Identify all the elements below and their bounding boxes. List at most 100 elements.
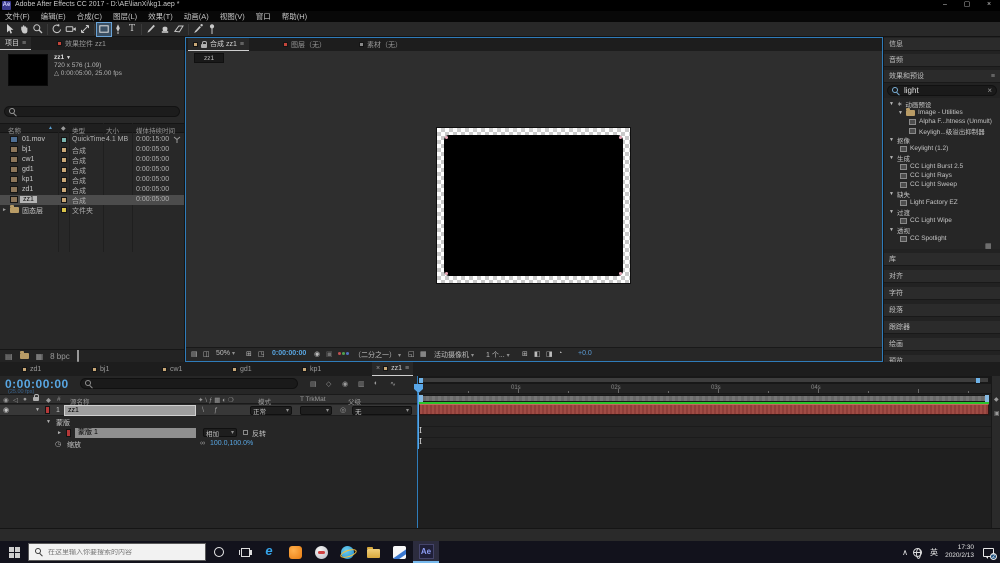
text-tool-icon[interactable]: T [125,23,139,36]
project-row-01mov[interactable]: 01.mov QuickTime 4.1 MB 0:00:15:00 [0,135,184,145]
motion-blur-icon[interactable]: ◐ [374,380,378,387]
new-animation-preset-icon[interactable]: ▦ [985,242,992,250]
eraser-tool-icon[interactable] [172,23,186,36]
layer-effects-switch-icon[interactable]: ƒ [214,407,218,414]
puppet-pin-tool-icon[interactable] [205,23,219,36]
orange-app-icon[interactable] [288,545,302,559]
taskbar-search[interactable] [28,543,206,561]
resolution-dropdown[interactable]: （二分之一） ▾ [354,350,401,360]
composition-mini-flowchart-icon[interactable]: ▤ [310,380,317,388]
timeline-tab-gd1[interactable]: gd1 [232,362,252,376]
tree-group-perspective[interactable]: ▼ 透视 [884,225,1000,235]
project-row-zz1-selected[interactable]: zz1 合成 0:00:05:00 [0,195,184,205]
minimize-button[interactable]: – [936,0,954,11]
safe-frames-icon[interactable]: ⊞ [246,350,252,358]
close-tab-icon[interactable]: × [376,365,380,372]
layer-name-edit-field[interactable]: zz1 [64,405,196,416]
exposure-value[interactable]: +0.0 [578,350,592,357]
panel-menu-icon[interactable]: ≡ [22,40,26,47]
new-folder-icon[interactable] [19,350,29,361]
tree-group-missing[interactable]: ▼ 缺失 [884,189,1000,199]
layer-trkmat-dropdown[interactable]: ▾ [300,406,332,415]
file-explorer-icon[interactable] [366,545,380,559]
always-preview-icon[interactable]: ▤ [191,350,198,358]
layer-color-label[interactable] [45,406,50,414]
camera-tool-icon[interactable] [64,23,78,36]
bit-depth-label[interactable]: 8 bpc [50,352,70,361]
close-button[interactable]: × [980,0,998,11]
tree-group-keying[interactable]: ▼ 抠像 [884,135,1000,145]
mask-expand-arrow-icon[interactable]: ► [57,430,62,436]
tray-chevron-icon[interactable]: ∧ [902,541,908,563]
zoom-tool-icon[interactable] [31,23,45,36]
mask-vertex[interactable] [619,136,622,139]
hand-tool-icon[interactable] [17,23,31,36]
project-row-gd1[interactable]: gd1 合成 0:00:05:00 [0,165,184,175]
tray-network-globe-icon[interactable] [913,541,922,563]
layer-mode-dropdown[interactable]: 正常 ▾ [250,406,292,416]
comp-button-icon[interactable]: ▣ [994,410,1000,417]
mask1-row[interactable]: ► 蒙版 1 相加 ▾ 反转 [0,428,417,438]
pixel-aspect-icon[interactable]: ◧ [534,350,541,358]
layer-parent-dropdown[interactable]: 无 ▾ [352,406,412,416]
scale-property-row[interactable]: ◷ 缩放 ∞ 100.0,100.0% [0,439,417,449]
stopwatch-icon[interactable]: ◷ [55,440,61,448]
layer-quality-switch-icon[interactable]: \ [202,407,204,414]
masks-group-row[interactable]: ▼ 蒙版 [0,417,417,427]
start-button-icon[interactable] [9,547,20,558]
clear-search-icon[interactable]: × [987,86,992,95]
maximize-button[interactable]: ▢ [958,0,976,11]
menu-animation[interactable]: 动画(A) [184,11,209,22]
graph-editor-icon[interactable]: ∿ [390,380,396,388]
tab-footage[interactable]: 素材（无） [354,38,407,51]
task-view-icon[interactable] [238,545,252,559]
panel-audio[interactable]: 音频 [884,54,1000,67]
layer-expand-arrow-icon[interactable]: ▼ [35,407,40,413]
parent-pickwhip-icon[interactable]: ◎ [340,406,346,414]
layer-row-zz1[interactable]: ◉ ▼ 1 zz1 \ ƒ 正常 ▾ ▾ ◎ 无 ▾ [0,405,417,416]
tree-group-animation-presets[interactable]: ▼ ∗ 动画预设 [884,99,1000,109]
menu-view[interactable]: 视图(V) [220,11,245,22]
project-columns-header[interactable]: 名称 ▲ ◆ 类型 大小 媒体持续时间 [0,123,184,135]
menu-help[interactable]: 帮助(H) [282,11,307,22]
tab-project[interactable]: 项目 ≡ [0,37,32,50]
panel-paint[interactable]: 绘画 [884,338,1000,351]
composition-canvas[interactable] [436,127,631,284]
clone-stamp-tool-icon[interactable] [158,23,172,36]
hide-shy-layers-icon[interactable]: ◉ [342,380,348,388]
timeline-tab-kp1[interactable]: kp1 [302,362,321,376]
panel-paragraph[interactable]: 段落 [884,304,1000,317]
frame-blending-icon[interactable]: ▥ [358,380,365,388]
panel-libraries[interactable]: 库 [884,253,1000,266]
snapshot-icon[interactable]: ◉ [314,350,320,358]
project-row-bj1[interactable]: bj1 合成 0:00:05:00 [0,145,184,155]
panel-menu-icon[interactable]: ≡ [991,73,995,80]
brush-tool-icon[interactable] [144,23,158,36]
clock[interactable]: 17:30 2020/2/13 [945,544,974,563]
timeline-search-input[interactable] [80,378,298,389]
work-area-bar[interactable] [419,395,989,402]
camera-dropdown[interactable]: 活动摄像机 ▾ [434,350,474,360]
ime-indicator[interactable]: 英 [930,541,938,563]
mask-color-chip[interactable] [66,429,71,437]
work-area-start-handle[interactable] [419,395,423,402]
draft-3d-icon[interactable]: ◇ [326,380,331,388]
timeline-button-icon[interactable]: ◔ [558,350,562,357]
pan-behind-tool-icon[interactable] [78,23,92,36]
tree-effect-cc-light-rays[interactable]: CC Light Rays [884,171,1000,180]
timeline-tab-zd1[interactable]: zd1 [22,362,41,376]
expand-arrow-icon[interactable]: ► [2,207,7,213]
notification-center-icon[interactable]: 2 [983,541,997,563]
masked-black-solid[interactable] [444,135,623,276]
menu-window[interactable]: 窗口 [256,11,271,22]
magnification-icon[interactable]: ◫ [203,350,210,358]
effects-search-input[interactable]: light × [887,85,997,96]
time-ruler[interactable]: 01s 02s 03s 04s [418,384,991,394]
roto-brush-tool-icon[interactable] [191,23,205,36]
tree-effect-cc-light-burst[interactable]: CC Light Burst 2.5 [884,162,1000,171]
tree-group-generate[interactable]: ▼ 生成 [884,153,1000,163]
tab-composition[interactable]: 合成 zz1 ≡ [188,38,249,51]
mask-invert-checkbox[interactable] [243,430,248,435]
menu-file[interactable]: 文件(F) [5,11,30,22]
mask-visibility-icon[interactable]: ◳ [258,350,265,358]
